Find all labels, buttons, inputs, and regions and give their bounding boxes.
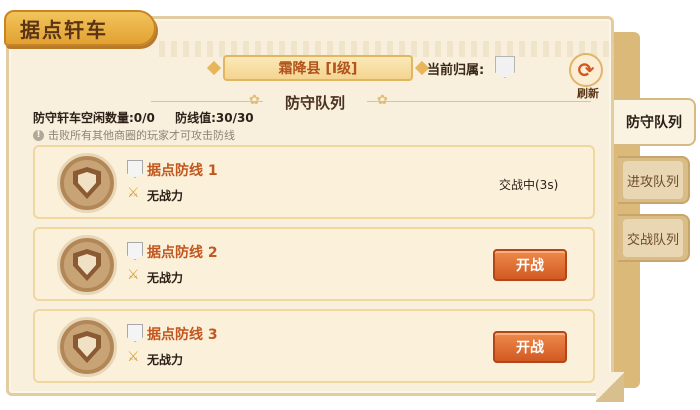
flag-icon [127,242,143,260]
shield-icon [57,317,117,377]
flower-icon-left: ✿ [249,93,260,108]
defense-line-name: 据点防线 3 [147,327,218,343]
section-divider [151,101,591,102]
start-battle-button[interactable]: 开战 [493,331,567,363]
start-battle-label: 开战 [516,340,544,356]
crossed-swords-icon: ⚔ [127,267,140,283]
shield-icon [57,235,117,295]
flag-icon [127,324,143,342]
section-title: 防守队列 [284,93,345,112]
combat-power: 无战力 [147,271,184,285]
defense-line-card: 据点防线 3 ⚔ 无战力 开战 [33,309,595,383]
refresh-button[interactable]: ⟳ [569,53,603,87]
combat-power: 无战力 [147,189,184,203]
county-name: 霜降县 [I级] [278,61,358,77]
tab-defense-queue[interactable]: 防守队列 [614,98,696,146]
page-title: 据点轩车 [20,18,108,42]
start-battle-label: 开战 [516,258,544,274]
owner-label: 当前归属: [427,63,485,78]
flower-icon-right: ✿ [377,93,388,108]
defense-line-name: 据点防线 1 [147,163,218,179]
tab-attack-queue[interactable]: 进攻队列 [618,156,690,204]
owner-flag-icon [495,56,515,78]
shield-icon [57,153,117,213]
idle-count: 防守轩车空闲数量:0/0 [33,111,155,125]
crossed-swords-icon: ⚔ [127,185,140,201]
defense-line-name: 据点防线 2 [147,245,218,261]
start-battle-button[interactable]: 开战 [493,249,567,281]
tab-defense-label: 防守队列 [626,115,682,131]
stats-row: 防守轩车空闲数量:0/0 防线值:30/30 [33,109,270,126]
county-banner: 霜降县 [I级] [223,55,413,81]
page-curl [596,372,624,402]
flag-icon [127,160,143,178]
tab-battle-queue[interactable]: 交战队列 [618,214,690,262]
defense-value: 防线值:30/30 [175,111,254,125]
crossed-swords-icon: ⚔ [127,349,140,365]
main-panel: 霜降县 [I级] 当前归属: ⟳ 刷新 ✿ 防守队列 ✿ 防守轩车空闲数量:0/… [6,16,614,396]
battle-status: 交战中(3s) [499,178,559,192]
refresh-label[interactable]: 刷新 [577,85,599,101]
hint-row: ! 击败所有其他商圈的玩家才可攻击防线 [33,127,235,143]
tab-attack-label: 进攻队列 [626,174,679,190]
defense-line-card: 据点防线 1 ⚔ 无战力 交战中(3s) [33,145,595,219]
info-icon: ! [33,129,44,141]
hint-text: 击败所有其他商圈的玩家才可攻击防线 [48,129,235,142]
refresh-icon: ⟳ [577,58,595,82]
section-title-box: 防守队列 [263,89,367,115]
combat-power: 无战力 [147,353,184,367]
tab-battle-label: 交战队列 [626,232,679,248]
defense-line-card: 据点防线 2 ⚔ 无战力 开战 [33,227,595,301]
